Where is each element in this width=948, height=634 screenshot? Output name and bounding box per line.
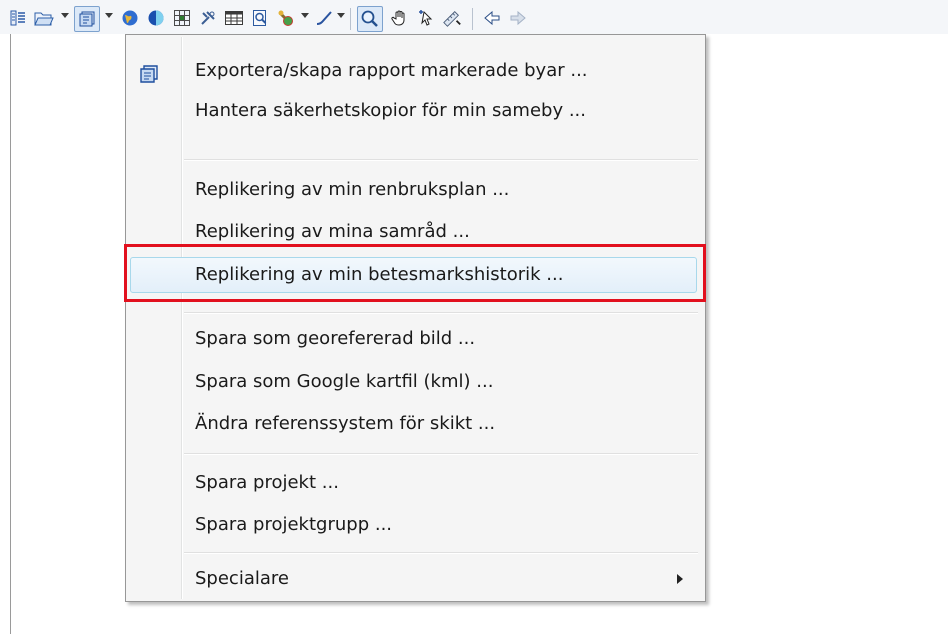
toolbar-separator bbox=[350, 8, 351, 30]
measure-icon[interactable] bbox=[442, 8, 462, 28]
gps-icon[interactable] bbox=[276, 8, 296, 28]
menu-item-label: Spara som Google kartfil (kml) ... bbox=[195, 371, 494, 392]
menu-item-label: Hantera säkerhetskopior för min sameby .… bbox=[195, 100, 586, 121]
gps-dropdown-arrow[interactable] bbox=[301, 13, 309, 18]
grid-map-icon[interactable] bbox=[172, 8, 192, 28]
menu-item-save-project[interactable]: Spara projekt ... bbox=[126, 463, 705, 503]
menu-item-label: Spara som georefererad bild ... bbox=[195, 328, 476, 349]
highlight-annotation-box bbox=[124, 244, 706, 302]
export-icon[interactable] bbox=[74, 6, 100, 32]
report-icon[interactable] bbox=[250, 8, 270, 28]
contrast-icon[interactable] bbox=[146, 8, 166, 28]
menu-item-label: Ändra referenssystem för skikt ... bbox=[195, 413, 496, 434]
menu-item-label: Specialare bbox=[195, 568, 289, 589]
zoom-icon[interactable] bbox=[357, 6, 383, 32]
menu-item-replicate-renbruksplan[interactable]: Replikering av min renbruksplan ... bbox=[126, 170, 705, 210]
wrench-icon[interactable] bbox=[198, 8, 218, 28]
menu-item-manage-backups[interactable]: Hantera säkerhetskopior för min sameby .… bbox=[126, 91, 705, 131]
pen-dropdown-arrow[interactable] bbox=[337, 13, 345, 18]
menu-item-save-project-group[interactable]: Spara projektgrupp ... bbox=[126, 505, 705, 545]
pan-hand-icon[interactable] bbox=[390, 8, 410, 28]
menu-item-change-reference-system[interactable]: Ändra referenssystem för skikt ... bbox=[126, 404, 705, 444]
forward-icon[interactable] bbox=[508, 8, 528, 28]
menu-separator bbox=[184, 552, 698, 554]
pen-icon[interactable] bbox=[314, 8, 334, 28]
table-icon[interactable] bbox=[224, 8, 244, 28]
open-dropdown-arrow[interactable] bbox=[61, 13, 69, 18]
menu-item-save-georeferenced-image[interactable]: Spara som georefererad bild ... bbox=[126, 319, 705, 359]
export-dropdown-arrow[interactable] bbox=[105, 13, 113, 18]
menu-separator bbox=[184, 312, 698, 314]
open-folder-icon[interactable] bbox=[34, 8, 54, 28]
globe-icon[interactable] bbox=[120, 8, 140, 28]
main-toolbar bbox=[0, 0, 948, 34]
map-canvas-edge bbox=[10, 34, 11, 634]
toolbar-separator-2 bbox=[472, 8, 473, 30]
menu-item-save-kml[interactable]: Spara som Google kartfil (kml) ... bbox=[126, 362, 705, 402]
layers-icon[interactable] bbox=[8, 8, 28, 28]
back-icon[interactable] bbox=[482, 8, 502, 28]
submenu-arrow-icon bbox=[677, 574, 683, 584]
select-arrow-icon[interactable] bbox=[416, 8, 436, 28]
menu-item-specialare[interactable]: Specialare bbox=[126, 559, 705, 599]
export-dropdown-menu: Exportera/skapa rapport markerade byar .… bbox=[125, 34, 706, 602]
menu-item-label: Replikering av min renbruksplan ... bbox=[195, 179, 510, 200]
menu-separator bbox=[184, 453, 698, 455]
menu-separator bbox=[184, 159, 698, 161]
menu-item-export-report[interactable]: Exportera/skapa rapport markerade byar .… bbox=[126, 51, 705, 91]
menu-item-label: Spara projekt ... bbox=[195, 472, 339, 493]
menu-item-label: Exportera/skapa rapport markerade byar .… bbox=[195, 60, 588, 81]
menu-item-label: Spara projektgrupp ... bbox=[195, 514, 393, 535]
